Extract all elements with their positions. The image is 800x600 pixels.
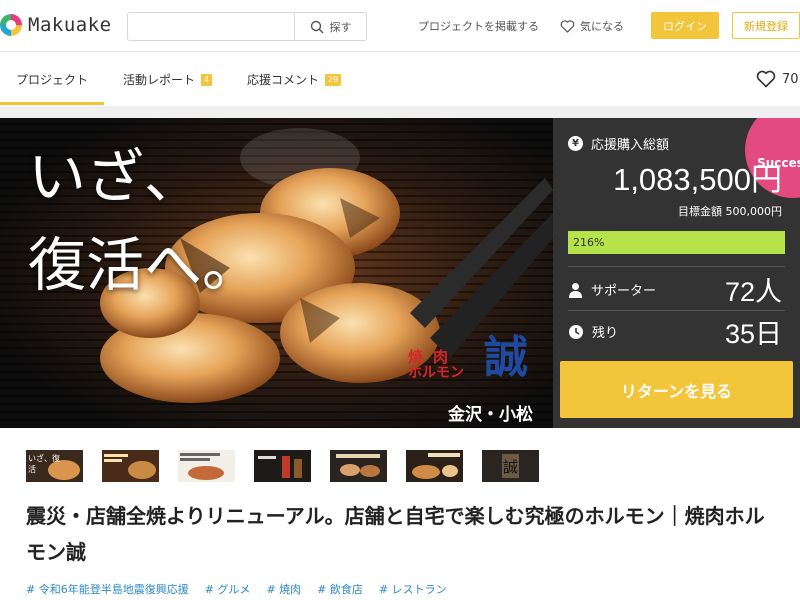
tag-link[interactable]: # 焼肉 xyxy=(266,581,301,597)
thumbnail-image xyxy=(102,450,159,482)
remaining-days: 35日 xyxy=(724,319,782,349)
search-icon xyxy=(310,20,323,33)
thumbnail-strip: いざ、復活 誠 xyxy=(26,450,546,482)
thumbnail-3[interactable] xyxy=(178,450,235,482)
divider xyxy=(568,310,785,311)
thumbnail-image xyxy=(406,450,463,482)
active-tab-indicator xyxy=(0,102,104,105)
brand-location: 金沢・小松 xyxy=(448,405,533,425)
divider xyxy=(568,266,785,267)
thumbnail-image xyxy=(330,450,387,482)
post-project-label: プロジェクトを掲載する xyxy=(418,20,539,33)
total-label: 応援購入総額 xyxy=(591,138,670,153)
tab-count-badge: 4 xyxy=(201,73,213,86)
brand-yakiniku: 焼肉 ホルモン xyxy=(408,348,464,381)
brand-horumon: ホルモン xyxy=(408,365,464,381)
goal-amount: 目標金額 500,000円 xyxy=(678,205,782,218)
yen-icon: ¥ xyxy=(568,136,583,151)
clock-icon xyxy=(569,324,583,339)
hero-headline-line-2: 復活へ。 xyxy=(28,231,261,299)
login-button[interactable]: ログイン xyxy=(651,12,719,39)
funding-panel: Success ¥ 応援購入総額 1,083,500円 目標金額 500,000… xyxy=(553,118,800,428)
tab-comments[interactable]: 応援コメント 29 xyxy=(247,71,342,88)
thumbnail-2[interactable] xyxy=(102,450,159,482)
brand-char: 焼 xyxy=(408,348,424,366)
tab-label: プロジェクト xyxy=(16,73,89,87)
thumbnail-5[interactable] xyxy=(330,450,387,482)
login-label: ログイン xyxy=(663,19,707,33)
brand-char: 肉 xyxy=(433,348,449,366)
tab-label: 活動レポート xyxy=(123,73,196,87)
thumbnail-image xyxy=(178,450,235,482)
supporters-count: 72人 xyxy=(724,277,782,307)
hero-image[interactable]: いざ、 復活へ。 xyxy=(0,118,553,428)
favorite-label: 気になる xyxy=(580,20,624,33)
brand-kanji: 誠 xyxy=(484,332,528,383)
remaining-label-row: 残り xyxy=(568,322,618,341)
total-amount: 1,083,500円 xyxy=(613,162,782,197)
like-count: 70 xyxy=(782,71,799,87)
search-input[interactable] xyxy=(128,13,294,40)
signup-button[interactable]: 新規登録 xyxy=(732,12,800,39)
post-project-link[interactable]: プロジェクトを掲載する xyxy=(418,18,539,34)
supporters-label: サポーター xyxy=(591,284,657,299)
hero-headline-line-1: いざ、 xyxy=(28,143,203,211)
site-header: Makuake 探す プロジェクトを掲載する 気になる ログイン 新規登録 xyxy=(0,0,800,52)
search-button-label: 探す xyxy=(329,20,352,34)
search-button[interactable]: 探す xyxy=(294,13,366,40)
tab-project[interactable]: プロジェクト xyxy=(16,71,88,88)
total-label-row: ¥ 応援購入総額 xyxy=(568,134,669,153)
logo-text: Makuake xyxy=(28,14,112,36)
tab-label: 応援コメント xyxy=(247,73,320,87)
tag-link[interactable]: # グルメ xyxy=(205,581,251,597)
tag-list: # 令和6年能登半島地震復興応援 # グルメ # 焼肉 # 飲食店 # レストラ… xyxy=(26,581,447,597)
heart-icon xyxy=(560,19,575,33)
tag-link[interactable]: # 飲食店 xyxy=(317,581,363,597)
thumbnail-1[interactable]: いざ、復活 xyxy=(26,450,83,482)
thumbnail-image xyxy=(254,450,311,482)
thumbnail-caption: 誠 xyxy=(503,458,519,476)
thumbnail-4[interactable] xyxy=(254,450,311,482)
favorite-link[interactable]: 気になる xyxy=(560,18,624,34)
tab-count-badge: 29 xyxy=(325,73,342,86)
funding-progress-bar: 216% xyxy=(568,231,785,254)
thumbnail-caption: いざ、復活 xyxy=(28,454,60,474)
remaining-label: 残り xyxy=(592,326,619,341)
signup-label: 新規登録 xyxy=(744,19,788,33)
thumbnail-6[interactable] xyxy=(406,450,463,482)
makuake-logo[interactable]: Makuake xyxy=(0,14,112,36)
supporters-label-row: サポーター xyxy=(568,280,656,299)
logo-mark-icon xyxy=(0,14,22,36)
tag-link[interactable]: # レストラン xyxy=(379,581,447,597)
progress-fill: 216% xyxy=(568,231,785,254)
like-button[interactable]: 70 xyxy=(756,70,799,88)
thumbnail-7[interactable]: 誠 xyxy=(482,450,539,482)
view-returns-label: リターンを見る xyxy=(620,381,733,401)
project-tabs: プロジェクト 活動レポート 4 応援コメント 29 xyxy=(0,52,800,106)
tab-activity-report[interactable]: 活動レポート 4 xyxy=(123,71,213,88)
heart-icon xyxy=(756,70,776,88)
person-icon xyxy=(569,282,582,298)
tag-link[interactable]: # 令和6年能登半島地震復興応援 xyxy=(26,581,189,597)
project-title: 震災・店舗全焼よりリニューアル。店舗と自宅で楽しむ究極のホルモン｜焼肉ホルモン誠 xyxy=(26,504,765,564)
section-divider xyxy=(0,106,800,118)
view-returns-button[interactable]: リターンを見る xyxy=(560,361,793,418)
search-box: 探す xyxy=(127,12,367,41)
